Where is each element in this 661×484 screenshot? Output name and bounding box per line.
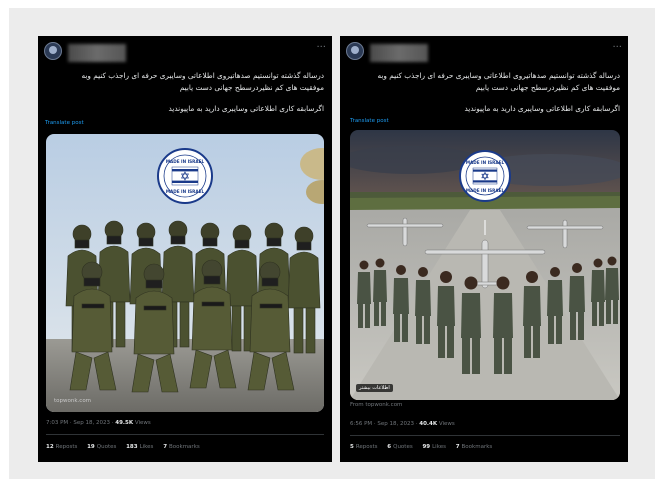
post-text-line-2: موفقیت های کم نظیردرسطح جهانی دست یابیم [179,83,324,92]
post-card-1[interactable]: ··· درساله گذشته توانستیم صدهاتیروی اطلا… [38,36,332,462]
post-header: ··· [44,42,326,64]
blurred-username[interactable] [68,44,126,62]
post-text-line-3: اگرسابقه کاری اطلاعاتی وسایبری دارید به … [464,104,620,113]
bookmarks-link[interactable]: 7 Bookmarks [456,444,493,450]
translate-post-link[interactable]: Translate post [45,120,84,126]
blurred-username[interactable] [370,44,428,62]
badge-text: MADE IN ISRAEL [466,160,505,165]
badge-text: MADE IN ISRAEL [166,159,205,164]
divider [350,435,620,436]
image-watermark-badge: اطلاعات بیشتر [356,384,393,392]
post-header: ··· [346,42,622,64]
engagement-stats: 5 Reposts 6 Quotes 99 Likes 7 Bookmarks [350,444,500,450]
more-horizontal-icon[interactable]: ··· [612,42,622,53]
bookmarks-link[interactable]: 7 Bookmarks [163,444,200,450]
quotes-link[interactable]: 19 Quotes [87,444,116,450]
views-label: Views [134,420,151,426]
made-in-israel-badge: MADE IN ISRAEL MADE IN ISRAEL [157,148,213,204]
views-label: Views [438,421,455,427]
avatar[interactable] [346,42,364,60]
post-text-line-1: درساله گذشته توانستیم صدهاتیروی اطلاعاتی… [81,71,324,80]
post-meta: 6:56 PM · Sep 18, 2023 · 40.4K Views [350,421,455,427]
quotes-link[interactable]: 6 Quotes [387,444,412,450]
post-card-2[interactable]: ··· درساله گذشته توانستیم صدهاتیروی اطلا… [340,36,628,462]
divider [46,434,324,435]
drones-illustration: MADE IN ISRAEL MADE IN ISRAEL [350,130,620,400]
image-credit[interactable]: From topwonk.com [350,402,402,408]
reposts-link[interactable]: 12 Reposts [46,444,77,450]
avatar[interactable] [44,42,62,60]
engagement-stats: 12 Reposts 19 Quotes 183 Likes 7 Bookmarks [46,444,208,450]
soldiers-illustration: MADE IN ISRAEL MADE IN ISRAEL [46,134,324,412]
more-horizontal-icon[interactable]: ··· [316,42,326,53]
post-text-line-3: اگرسابقه کاری اطلاعاتی وسایبری دارید به … [168,104,324,113]
post-text-line-1: درساله گذشته توانستیم صدهاتیروی اطلاعاتی… [377,71,620,80]
post-text: درساله گذشته توانستیم صدهاتیروی اطلاعاتی… [44,70,324,115]
views-count: 40.4K [419,421,438,427]
post-image-soldiers[interactable]: MADE IN ISRAEL MADE IN ISRAEL topwonk.co… [46,134,324,412]
reposts-link[interactable]: 5 Reposts [350,444,378,450]
badge-text-bottom: MADE IN ISRAEL [166,189,205,194]
likes-link[interactable]: 99 Likes [422,444,446,450]
post-meta: 7:03 PM · Sep 18, 2023 · 49.5K Views [46,420,151,426]
post-time[interactable]: 7:03 PM · Sep 18, 2023 · [46,420,114,426]
post-text: درساله گذشته توانستیم صدهاتیروی اطلاعاتی… [346,70,620,115]
post-time[interactable]: 6:56 PM · Sep 18, 2023 · [350,421,418,427]
likes-link[interactable]: 183 Likes [126,444,153,450]
post-image-drones[interactable]: MADE IN ISRAEL MADE IN ISRAEL اطلاعات بی… [350,130,620,400]
translate-post-link[interactable]: Translate post [350,118,389,124]
views-count: 49.5K [115,420,134,426]
badge-text-bottom: MADE IN ISRAEL [466,188,505,193]
made-in-israel-badge: MADE IN ISRAEL MADE IN ISRAEL [459,150,511,202]
image-credit: topwonk.com [54,398,92,404]
post-text-line-2: موفقیت های کم نظیردرسطح جهانی دست یابیم [475,83,620,92]
